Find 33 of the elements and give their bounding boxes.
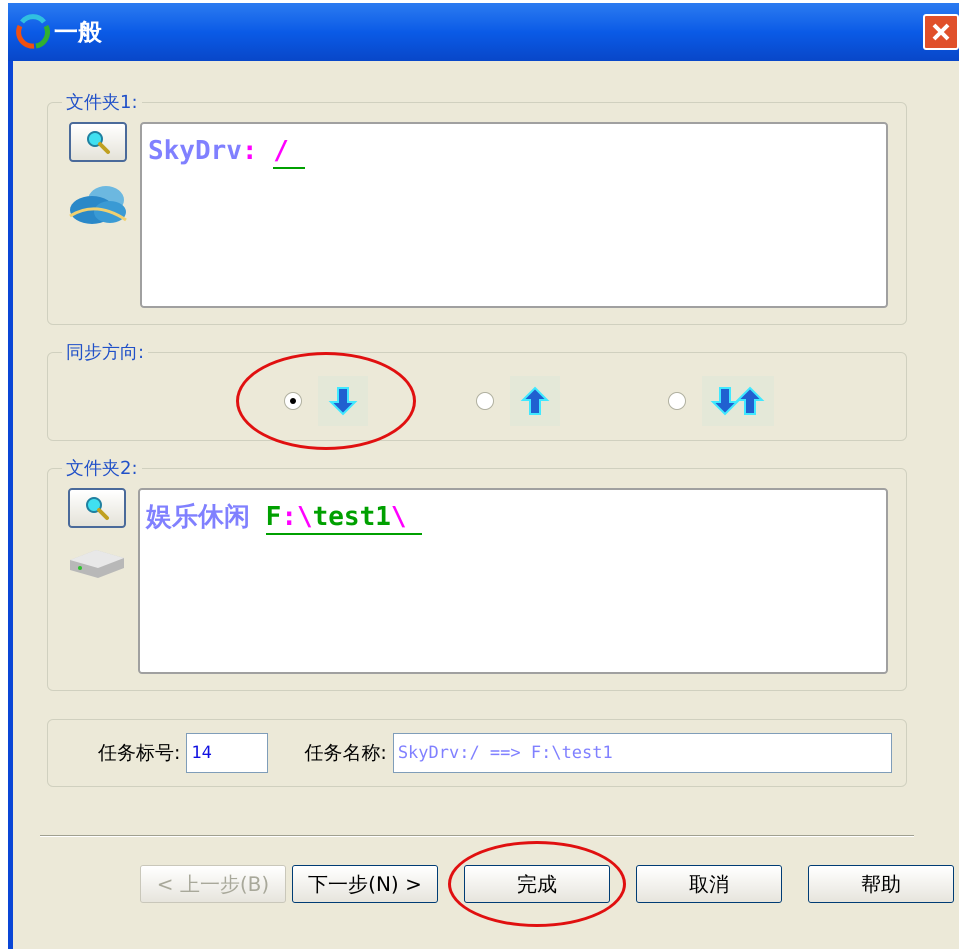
close-button[interactable] [923,14,959,50]
dialog-button[interactable]: 取消 [636,865,782,903]
radio-button[interactable] [476,392,494,410]
dialog-button[interactable]: 下一步(N) > [292,865,438,903]
down-arrow-icon [326,384,360,418]
group-label: 文件夹2: [65,457,139,481]
browse-button[interactable] [68,488,126,528]
path-text: / [273,138,305,169]
dialog-button[interactable]: 完成 [464,865,610,903]
path-text: \ [296,504,313,535]
dialog-button[interactable]: 帮助 [808,865,954,903]
up-arrow-icon [518,384,552,418]
radio-button[interactable] [668,392,686,410]
app-logo-icon [14,14,50,50]
path-text: : [242,138,259,168]
path-text: : [281,504,297,535]
path-text: test1 [312,504,391,535]
path-text: \ [390,504,422,535]
path-text: F [266,504,282,535]
two-way-arrow-icon [710,384,766,418]
task-name-label: 任务名称: [304,740,387,766]
magnifier-icon [85,129,111,155]
magnifier-icon [84,495,110,521]
path-text: SkyDrv [148,138,242,168]
window-title: 一般 [54,17,102,48]
group-label: 文件夹1: [65,91,139,115]
task-id-field[interactable]: 14 [186,733,268,773]
group-label: 同步方向: [65,341,146,365]
browse-button[interactable] [69,122,127,162]
close-icon [931,22,951,42]
path-text: 娱乐休闲 [146,504,251,534]
radio-button[interactable] [284,392,302,410]
task-id-label: 任务标号: [98,740,180,766]
